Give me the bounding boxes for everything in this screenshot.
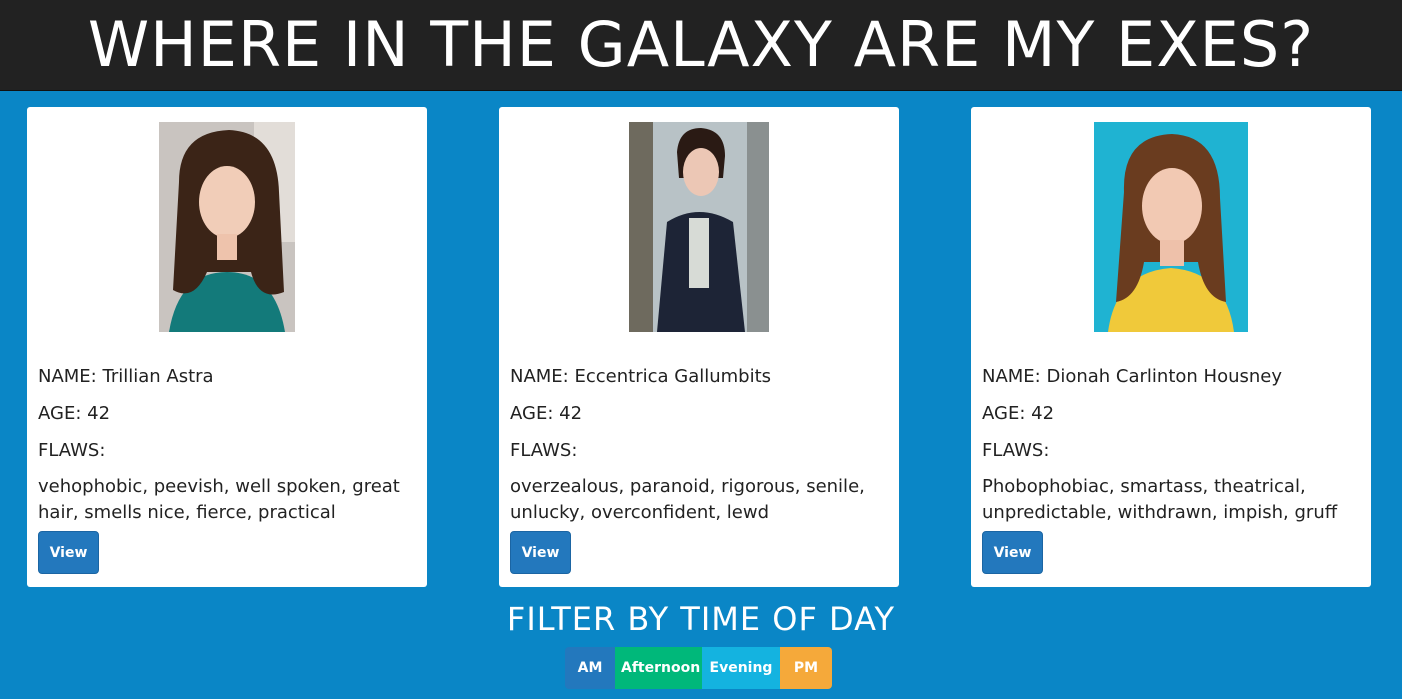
name-label: NAME: (38, 366, 97, 387)
flaws-value: vehophobic, peevish, well spoken, great … (38, 476, 400, 523)
name-value: Eccentrica Gallumbits (574, 366, 772, 387)
age-value: 42 (87, 403, 111, 424)
time-of-day-filter: AM Afternoon Evening PM (565, 647, 832, 689)
flaws-label: FLAWS: (38, 440, 106, 461)
name-value: Trillian Astra (102, 366, 214, 387)
ex-photo (1094, 122, 1248, 332)
name-value: Dionah Carlinton Housney (1046, 366, 1283, 387)
age-label: AGE: (982, 403, 1026, 424)
view-button[interactable]: View (982, 531, 1043, 574)
flaws-label: FLAWS: (510, 440, 578, 461)
ex-photo (629, 122, 769, 332)
age-label: AGE: (510, 403, 554, 424)
filter-title: FILTER BY TIME OF DAY (506, 600, 896, 638)
age-label: AGE: (38, 403, 82, 424)
age-value: 42 (1031, 403, 1055, 424)
filter-pm-button[interactable]: PM (780, 647, 832, 689)
view-button[interactable]: View (510, 531, 571, 574)
ex-card: NAME: Dionah Carlinton Housney AGE: 42 F… (971, 107, 1371, 587)
name-label: NAME: (982, 366, 1041, 387)
filter-afternoon-button[interactable]: Afternoon (615, 647, 702, 689)
filter-evening-button[interactable]: Evening (702, 647, 780, 689)
filter-am-button[interactable]: AM (565, 647, 615, 689)
view-button[interactable]: View (38, 531, 99, 574)
name-label: NAME: (510, 366, 569, 387)
ex-card: NAME: Trillian Astra AGE: 42 FLAWS: veho… (27, 107, 427, 587)
site-header: WHERE IN THE GALAXY ARE MY EXES? (0, 0, 1402, 91)
flaws-value: overzealous, paranoid, rigorous, senile,… (510, 476, 865, 523)
page-title: WHERE IN THE GALAXY ARE MY EXES? (87, 8, 1315, 81)
ex-card: NAME: Eccentrica Gallumbits AGE: 42 FLAW… (499, 107, 899, 587)
flaws-label: FLAWS: (982, 440, 1050, 461)
age-value: 42 (559, 403, 583, 424)
flaws-value: Phobophobiac, smartass, theatrical, unpr… (982, 476, 1338, 523)
ex-photo (159, 122, 295, 332)
